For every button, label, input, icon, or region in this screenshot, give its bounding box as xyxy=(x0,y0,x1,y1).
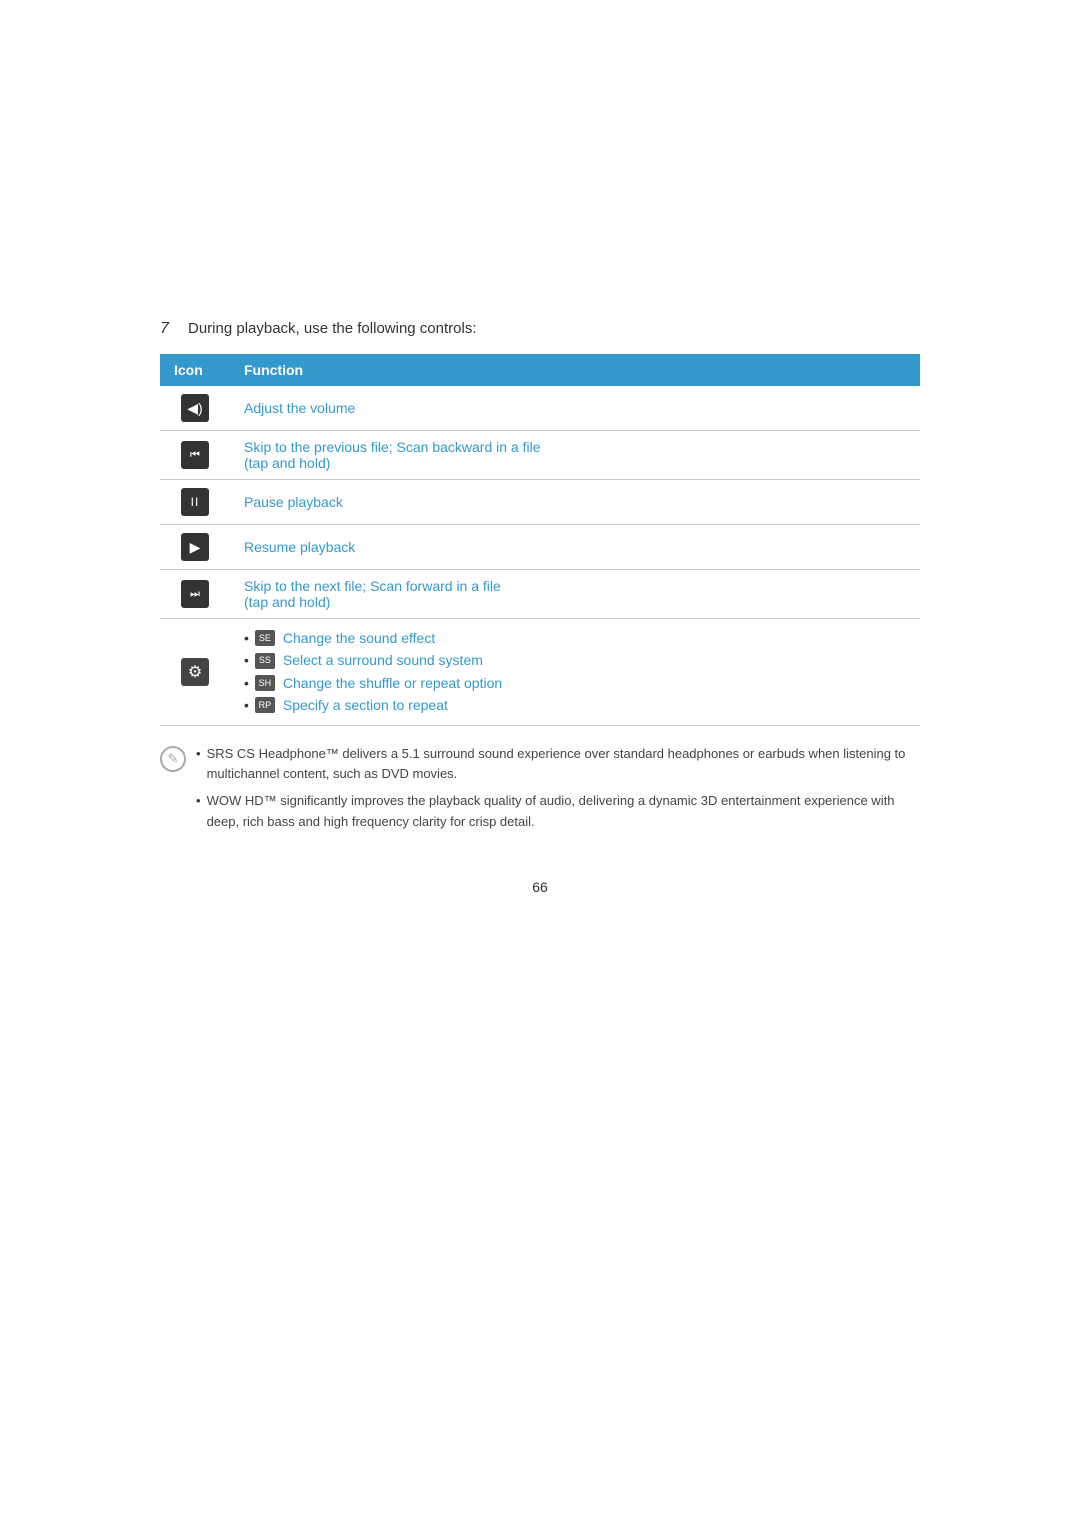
skip-forward-function-cell: Skip to the next file; Scan forward in a… xyxy=(230,570,920,619)
volume-function-text: Adjust the volume xyxy=(244,400,355,416)
volume-function-cell: Adjust the volume xyxy=(230,386,920,431)
skip-back-icon: ⏮ xyxy=(181,441,209,469)
icon-column-header: Icon xyxy=(160,354,230,386)
volume-icon: ◀) xyxy=(181,394,209,422)
page-number: 66 xyxy=(160,879,920,895)
gear-icon: ⚙ xyxy=(181,658,209,686)
table-row: II Pause playback xyxy=(160,480,920,525)
pause-function-cell: Pause playback xyxy=(230,480,920,525)
pause-icon-cell: II xyxy=(160,480,230,525)
skip-forward-icon: ⏭ xyxy=(181,580,209,608)
table-row: ▶ Resume playback xyxy=(160,525,920,570)
gear-list-item: SH Change the shuffle or repeat option xyxy=(244,672,906,694)
step-number: 7 xyxy=(160,320,180,338)
repeat-text: Specify a section to repeat xyxy=(283,694,448,716)
skip-back-function-cell: Skip to the previous file; Scan backward… xyxy=(230,431,920,480)
gear-list-item: RP Specify a section to repeat xyxy=(244,694,906,716)
step-header: 7 During playback, use the following con… xyxy=(160,320,920,338)
volume-icon-cell: ◀) xyxy=(160,386,230,431)
table-row: ⚙ SE Change the sound effect SS Select a… xyxy=(160,619,920,726)
table-row: ◀) Adjust the volume xyxy=(160,386,920,431)
play-icon: ▶ xyxy=(181,533,209,561)
table-header-row: Icon Function xyxy=(160,354,920,386)
gear-list-item: SE Change the sound effect xyxy=(244,627,906,649)
shuffle-mini-icon: SH xyxy=(255,675,275,691)
note-item: WOW HD™ significantly improves the playb… xyxy=(196,791,920,833)
pause-function-text: Pause playback xyxy=(244,494,343,510)
surround-sound-text: Select a surround sound system xyxy=(283,649,483,671)
controls-table: Icon Function ◀) Adjust the volume ⏮ xyxy=(160,354,920,726)
gear-function-cell: SE Change the sound effect SS Select a s… xyxy=(230,619,920,726)
notes-section: ✎ SRS CS Headphone™ delivers a 5.1 surro… xyxy=(160,744,920,839)
skip-back-icon-cell: ⏮ xyxy=(160,431,230,480)
sound-effect-mini-icon: SE xyxy=(255,630,275,646)
surround-sound-mini-icon: SS xyxy=(255,653,275,669)
play-function-text: Resume playback xyxy=(244,539,355,555)
table-row: ⏭ Skip to the next file; Scan forward in… xyxy=(160,570,920,619)
skip-back-function-text: Skip to the previous file; Scan backward… xyxy=(244,439,541,471)
note-icon: ✎ xyxy=(160,746,186,772)
function-column-header: Function xyxy=(230,354,920,386)
notes-content: SRS CS Headphone™ delivers a 5.1 surroun… xyxy=(196,744,920,839)
shuffle-text: Change the shuffle or repeat option xyxy=(283,672,502,694)
skip-forward-function-text: Skip to the next file; Scan forward in a… xyxy=(244,578,501,610)
sound-effect-text: Change the sound effect xyxy=(283,627,435,649)
play-icon-cell: ▶ xyxy=(160,525,230,570)
pause-icon: II xyxy=(181,488,209,516)
repeat-mini-icon: RP xyxy=(255,697,275,713)
skip-forward-icon-cell: ⏭ xyxy=(160,570,230,619)
gear-list-item: SS Select a surround sound system xyxy=(244,649,906,671)
notes-list: SRS CS Headphone™ delivers a 5.1 surroun… xyxy=(196,744,920,833)
play-function-cell: Resume playback xyxy=(230,525,920,570)
step-text: During playback, use the following contr… xyxy=(188,320,477,337)
gear-icon-cell: ⚙ xyxy=(160,619,230,726)
skip-back-note: (tap and hold) xyxy=(244,455,330,471)
table-row: ⏮ Skip to the previous file; Scan backwa… xyxy=(160,431,920,480)
skip-forward-note: (tap and hold) xyxy=(244,594,330,610)
note-text-2: WOW HD™ significantly improves the playb… xyxy=(207,791,920,833)
page-content: 7 During playback, use the following con… xyxy=(0,0,1080,975)
note-item: SRS CS Headphone™ delivers a 5.1 surroun… xyxy=(196,744,920,786)
note-text-1: SRS CS Headphone™ delivers a 5.1 surroun… xyxy=(207,744,920,786)
gear-function-list: SE Change the sound effect SS Select a s… xyxy=(244,627,906,717)
